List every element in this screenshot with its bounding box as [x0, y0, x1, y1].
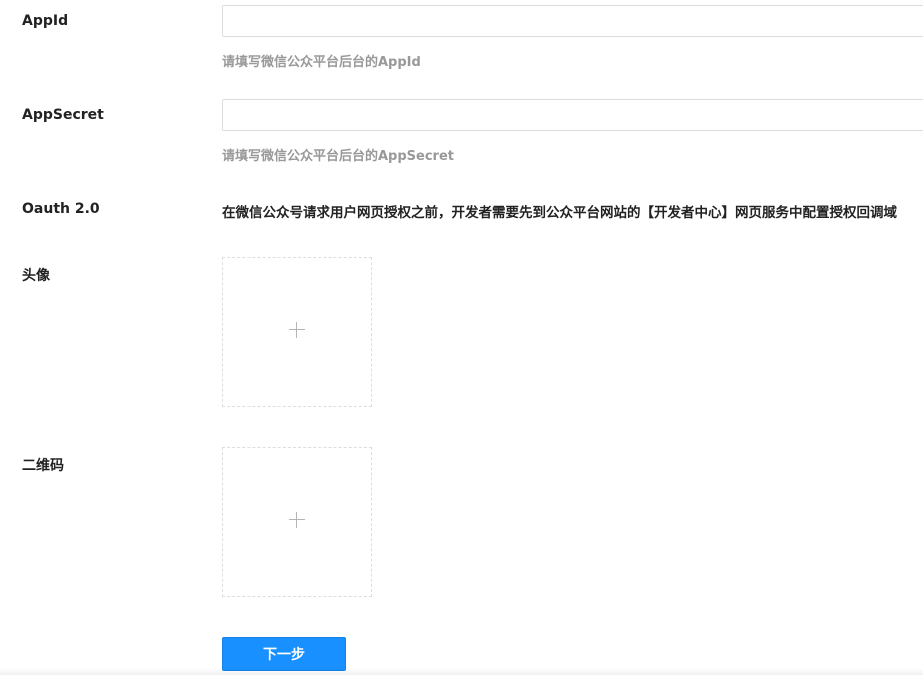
- plus-icon: [289, 322, 305, 338]
- qrcode-label: 二维码: [22, 458, 64, 474]
- plus-icon: [289, 512, 305, 528]
- appid-label: AppId: [22, 13, 69, 29]
- appsecret-label: AppSecret: [22, 107, 104, 123]
- oauth-label: Oauth 2.0: [22, 201, 100, 217]
- avatar-upload[interactable]: [222, 257, 372, 407]
- bottom-shadow: [0, 668, 923, 675]
- appsecret-hint: 请填写微信公众平台后台的AppSecret: [222, 149, 455, 164]
- avatar-label: 头像: [22, 268, 50, 284]
- appid-input[interactable]: [222, 5, 923, 37]
- appsecret-input[interactable]: [222, 99, 923, 131]
- oauth-description: 在微信公众号请求用户网页授权之前，开发者需要先到公众平台网站的【开发者中心】网页…: [222, 205, 897, 221]
- qrcode-upload[interactable]: [222, 447, 372, 597]
- app-config-form: AppId 请填写微信公众平台后台的AppId AppSecret 请填写微信公…: [0, 0, 923, 675]
- next-step-button[interactable]: 下一步: [222, 637, 346, 671]
- appid-hint: 请填写微信公众平台后台的AppId: [222, 55, 421, 70]
